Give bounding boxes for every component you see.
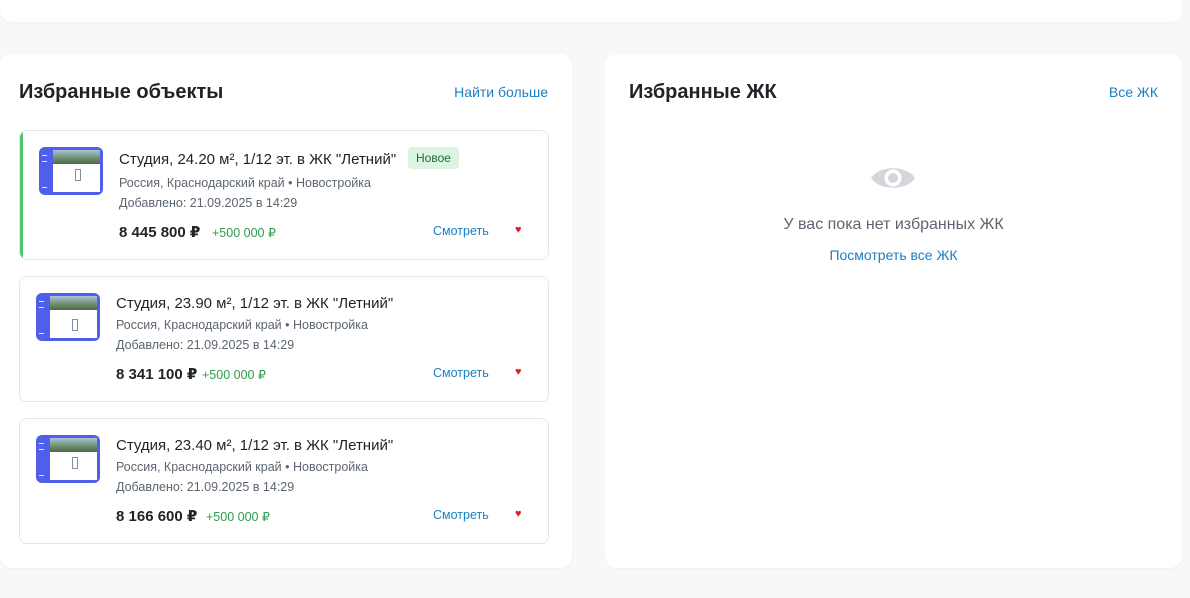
object-price-change: +500 000 ₽: [202, 368, 266, 382]
object-plan-thumbnail[interactable]: [39, 147, 103, 195]
object-added-date: Добавлено: 21.09.2025 в 14:29: [119, 196, 298, 210]
empty-state-message: У вас пока нет избранных ЖК: [783, 216, 1004, 233]
all-complexes-link[interactable]: Все ЖК: [1109, 84, 1158, 100]
object-price: 8 341 100 ₽: [116, 366, 198, 383]
object-price: 8 445 800 ₽: [119, 224, 201, 241]
object-location: Россия, Краснодарский край • Новостройка: [119, 176, 371, 190]
view-object-link[interactable]: Смотреть: [433, 508, 489, 522]
view-object-link[interactable]: Смотреть: [433, 224, 489, 238]
favorite-object-card[interactable]: Студия, 23.40 м², 1/12 эт. в ЖК "Летний"…: [19, 418, 549, 544]
top-panel-edge: [0, 0, 1182, 22]
object-title[interactable]: Студия, 24.20 м², 1/12 эт. в ЖК "Летний": [119, 151, 396, 168]
object-price: 8 166 600 ₽: [116, 508, 198, 525]
object-location: Россия, Краснодарский край • Новостройка: [116, 318, 368, 332]
view-object-link[interactable]: Смотреть: [433, 366, 489, 380]
favorite-heart-icon[interactable]: ♥: [515, 508, 522, 520]
favorite-objects-panel: Избранные объекты Найти больше Студия, 2…: [0, 54, 572, 568]
view-all-complexes-link[interactable]: Посмотреть все ЖК: [605, 247, 1182, 263]
favorite-object-card[interactable]: Студия, 24.20 м², 1/12 эт. в ЖК "Летний"…: [19, 130, 549, 260]
object-price-change: +500 000 ₽: [212, 226, 276, 240]
find-more-link[interactable]: Найти больше: [454, 84, 548, 100]
object-plan-thumbnail[interactable]: [36, 435, 100, 483]
object-added-date: Добавлено: 21.09.2025 в 14:29: [116, 480, 295, 494]
favorite-heart-icon[interactable]: ♥: [515, 224, 522, 236]
object-location: Россия, Краснодарский край • Новостройка: [116, 460, 368, 474]
object-price-change: +500 000 ₽: [206, 510, 270, 524]
object-added-date: Добавлено: 21.09.2025 в 14:29: [116, 338, 295, 352]
favorite-heart-icon[interactable]: ♥: [515, 366, 522, 378]
object-title[interactable]: Студия, 23.90 м², 1/12 эт. в ЖК "Летний": [116, 295, 393, 312]
object-title[interactable]: Студия, 23.40 м², 1/12 эт. в ЖК "Летний": [116, 437, 393, 454]
favorite-complexes-panel: Избранные ЖК Все ЖК У вас пока нет избра…: [605, 54, 1182, 568]
new-badge: Новое: [408, 147, 459, 169]
eye-icon: [871, 168, 915, 188]
favorite-object-card[interactable]: Студия, 23.90 м², 1/12 эт. в ЖК "Летний"…: [19, 276, 549, 402]
favorite-objects-title: Избранные объекты: [19, 81, 224, 103]
object-plan-thumbnail[interactable]: [36, 293, 100, 341]
favorite-complexes-title: Избранные ЖК: [629, 81, 777, 103]
